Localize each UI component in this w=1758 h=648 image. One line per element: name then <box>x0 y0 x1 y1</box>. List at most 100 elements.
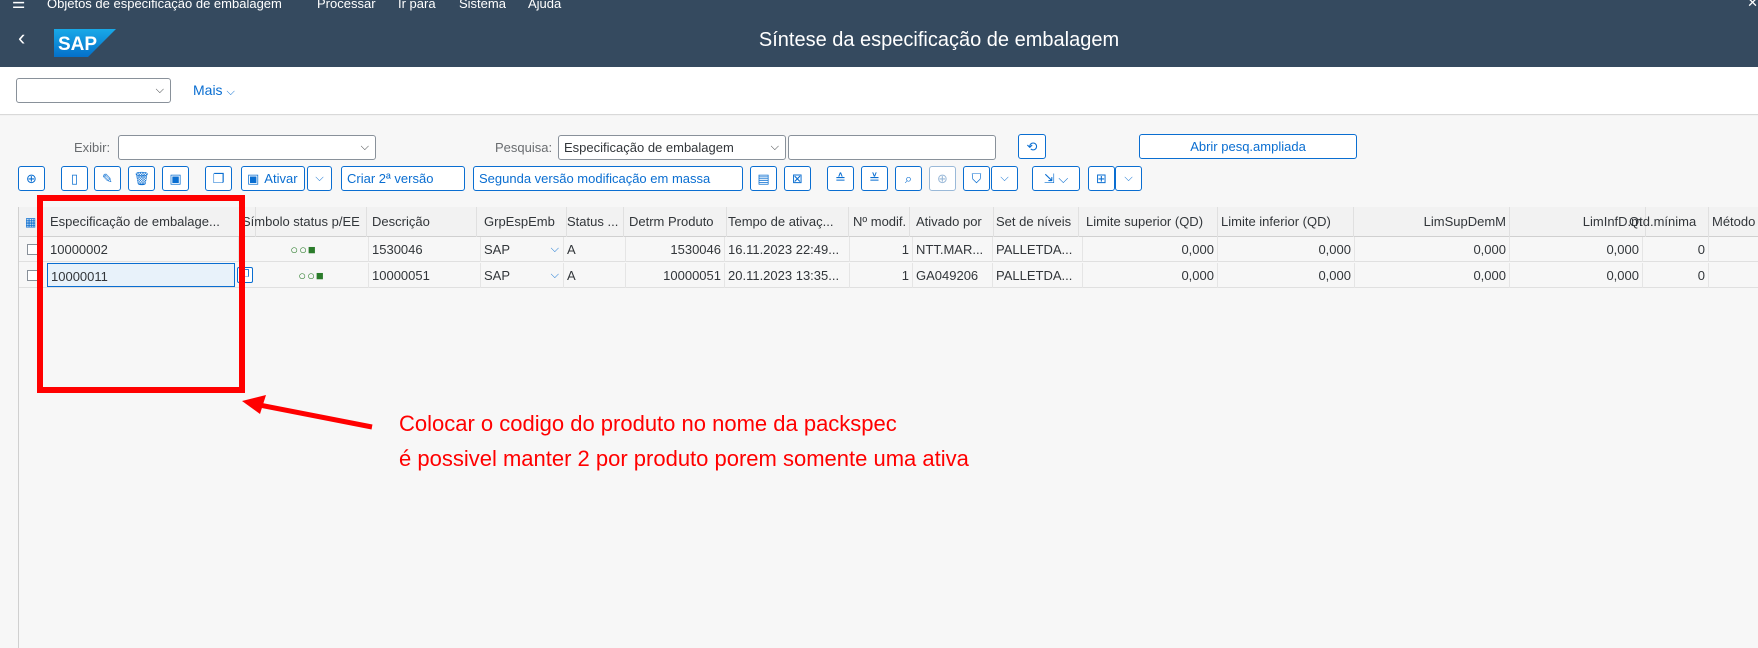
tempo-cell[interactable]: 20.11.2023 13:35... <box>725 263 850 288</box>
sort-ascending-icon: ≙ <box>835 170 846 186</box>
create-button[interactable]: ▯ <box>61 166 88 191</box>
column-header[interactable]: Limite inferior (QD) <box>1218 207 1354 237</box>
liminfd-cell[interactable]: 0,000 <box>1510 263 1643 288</box>
search-input[interactable] <box>788 135 996 160</box>
exibir-label: Exibir: <box>74 140 111 155</box>
modif-cell[interactable]: 1 <box>850 263 913 288</box>
more-button[interactable]: Mais ⌵ <box>193 82 235 99</box>
column-header[interactable]: Status ... <box>564 207 624 237</box>
sort-ascending-button[interactable]: ≙ <box>827 166 854 191</box>
column-header[interactable]: Ativado por <box>913 207 994 237</box>
lim-sup-cell[interactable]: 0,000 <box>1083 263 1218 288</box>
menu-item-ajuda[interactable]: Ajuda <box>528 0 561 11</box>
description-cell[interactable]: 1530046 <box>369 237 481 262</box>
export-button[interactable]: ⊠ <box>784 166 811 191</box>
save-button[interactable]: ▣ <box>162 166 189 191</box>
menu-item-sistema[interactable]: Sistema <box>459 0 506 11</box>
description-cell[interactable]: 10000051 <box>369 263 481 288</box>
column-header[interactable]: Método <box>1709 207 1758 237</box>
tempo-cell[interactable]: 16.11.2023 22:49... <box>725 237 850 262</box>
column-header[interactable]: Descrição <box>369 207 477 237</box>
filter-button[interactable]: ⛉ <box>963 166 990 191</box>
column-header[interactable]: Nº modif. <box>850 207 910 237</box>
table-row[interactable]: 10000011 ❐ ○○■ 10000051 SAP ⌵ A 10000051… <box>19 263 1758 288</box>
edit-button[interactable]: ✎ <box>94 166 121 191</box>
details-list-icon: ▤ <box>757 170 770 186</box>
annotation-arrow <box>242 395 373 430</box>
chevron-down-icon[interactable]: ⌵ <box>551 263 559 288</box>
qtd-cell[interactable]: 0 <box>1643 263 1709 288</box>
pencil-icon: ✎ <box>102 170 113 186</box>
menu-item-ir-para[interactable]: Ir para <box>398 0 436 11</box>
column-header[interactable]: Detrm Produto <box>626 207 727 237</box>
ativar-dropdown-button[interactable]: ⌵ <box>307 166 332 191</box>
segunda-versao-button[interactable]: Segunda versão modificação em massa <box>473 166 743 191</box>
grid-layout-icon: ⊞ <box>1096 170 1107 186</box>
limsupdem-cell[interactable]: 0,000 <box>1355 263 1510 288</box>
menu-item-objects[interactable]: Objetos de especificação de embalagem <box>47 0 282 11</box>
export-menu-button[interactable]: ⇲ ⌵ <box>1032 166 1080 191</box>
column-header[interactable]: Limite superior (QD) <box>1083 207 1218 237</box>
layout-dropdown-button[interactable]: ⌵ <box>1115 166 1142 191</box>
copy-button[interactable]: ❐ <box>205 166 232 191</box>
ativar-label: Ativar <box>264 171 298 186</box>
zoom-details-button[interactable]: ⊕ <box>18 166 45 191</box>
filter-dropdown-button[interactable]: ⌵ <box>991 166 1018 191</box>
annotation-text-line-2: é possivel manter 2 por produto porem so… <box>399 446 969 471</box>
status-cell[interactable]: A <box>564 237 626 262</box>
trash-icon: 🗑 <box>133 170 150 186</box>
column-header[interactable]: Qtd.mínima <box>1626 207 1709 237</box>
modif-cell[interactable]: 1 <box>850 237 913 262</box>
details-button[interactable]: ▤ <box>750 166 777 191</box>
variant-bar: ⌵ Mais ⌵ <box>0 67 1758 115</box>
liminfd-cell[interactable]: 0,000 <box>1510 237 1643 262</box>
delete-button[interactable]: 🗑 <box>128 166 155 191</box>
ativado-cell[interactable]: NTT.MAR... <box>913 237 993 262</box>
advanced-search-button[interactable]: Abrir pesq.ampliada <box>1139 134 1357 159</box>
set-cell[interactable]: PALLETDA... <box>993 237 1083 262</box>
hamburger-menu-icon[interactable]: ☰ <box>12 0 25 11</box>
find-next-button[interactable]: ⊕ <box>929 166 956 191</box>
lim-inf-cell[interactable]: 0,000 <box>1218 263 1355 288</box>
column-header[interactable]: Símbolo status p/EE <box>239 207 367 237</box>
copy-icon: ❐ <box>212 170 225 186</box>
pesquisa-select[interactable]: Especificação de embalagem ⌵ <box>558 135 786 160</box>
grp-cell[interactable]: SAP ⌵ <box>481 237 564 262</box>
ativado-cell[interactable]: GA049206 <box>913 263 993 288</box>
criar-2-versao-button[interactable]: Criar 2ª versão <box>341 166 465 191</box>
limsupdem-cell[interactable]: 0,000 <box>1355 237 1510 262</box>
column-header[interactable]: Set de níveis <box>993 207 1079 237</box>
variant-select[interactable]: ⌵ <box>16 78 171 103</box>
chevron-down-icon: ⌵ <box>360 141 369 153</box>
detrm-cell[interactable]: 1530046 <box>626 237 725 262</box>
grp-cell[interactable]: SAP ⌵ <box>481 263 564 288</box>
search-plus-icon: ⊕ <box>937 170 948 186</box>
content-area: Exibir: ⌵ Pesquisa: Especificação de emb… <box>0 116 1758 648</box>
column-header[interactable]: GrpEspEmb <box>481 207 567 237</box>
sort-descending-button[interactable]: ≚ <box>861 166 888 191</box>
exibir-select[interactable]: ⌵ <box>118 135 376 160</box>
column-header[interactable]: Tempo de ativaç... <box>725 207 849 237</box>
annotation-highlight-box <box>37 195 245 393</box>
chevron-down-icon: ⌵ <box>226 86 235 98</box>
table-row[interactable]: 10000002 ○○■ 1530046 SAP ⌵ A 1530046 16.… <box>19 237 1758 262</box>
qtd-cell[interactable]: 0 <box>1643 237 1709 262</box>
save-icon: ▣ <box>247 170 260 186</box>
chevron-down-icon: ⌵ <box>1124 172 1133 184</box>
pesquisa-label: Pesquisa: <box>495 140 553 155</box>
lim-sup-cell[interactable]: 0,000 <box>1083 237 1218 262</box>
select-all-icon[interactable]: ▦ <box>25 215 36 229</box>
set-cell[interactable]: PALLETDA... <box>993 263 1083 288</box>
chevron-down-icon[interactable]: ⌵ <box>551 237 559 262</box>
layout-button[interactable]: ⊞ <box>1088 166 1115 191</box>
more-label: Mais <box>193 82 223 98</box>
detrm-cell[interactable]: 10000051 <box>626 263 725 288</box>
status-cell[interactable]: A <box>564 263 626 288</box>
find-button[interactable]: ⌕ <box>895 166 922 191</box>
ativar-button[interactable]: ▣ Ativar <box>241 166 305 191</box>
close-icon[interactable]: ✕ <box>1747 0 1758 11</box>
lim-inf-cell[interactable]: 0,000 <box>1218 237 1355 262</box>
history-button[interactable]: ⟲ <box>1018 134 1046 159</box>
menu-item-processar[interactable]: Processar <box>317 0 376 11</box>
column-header[interactable]: LimSupDemM <box>1355 207 1510 237</box>
